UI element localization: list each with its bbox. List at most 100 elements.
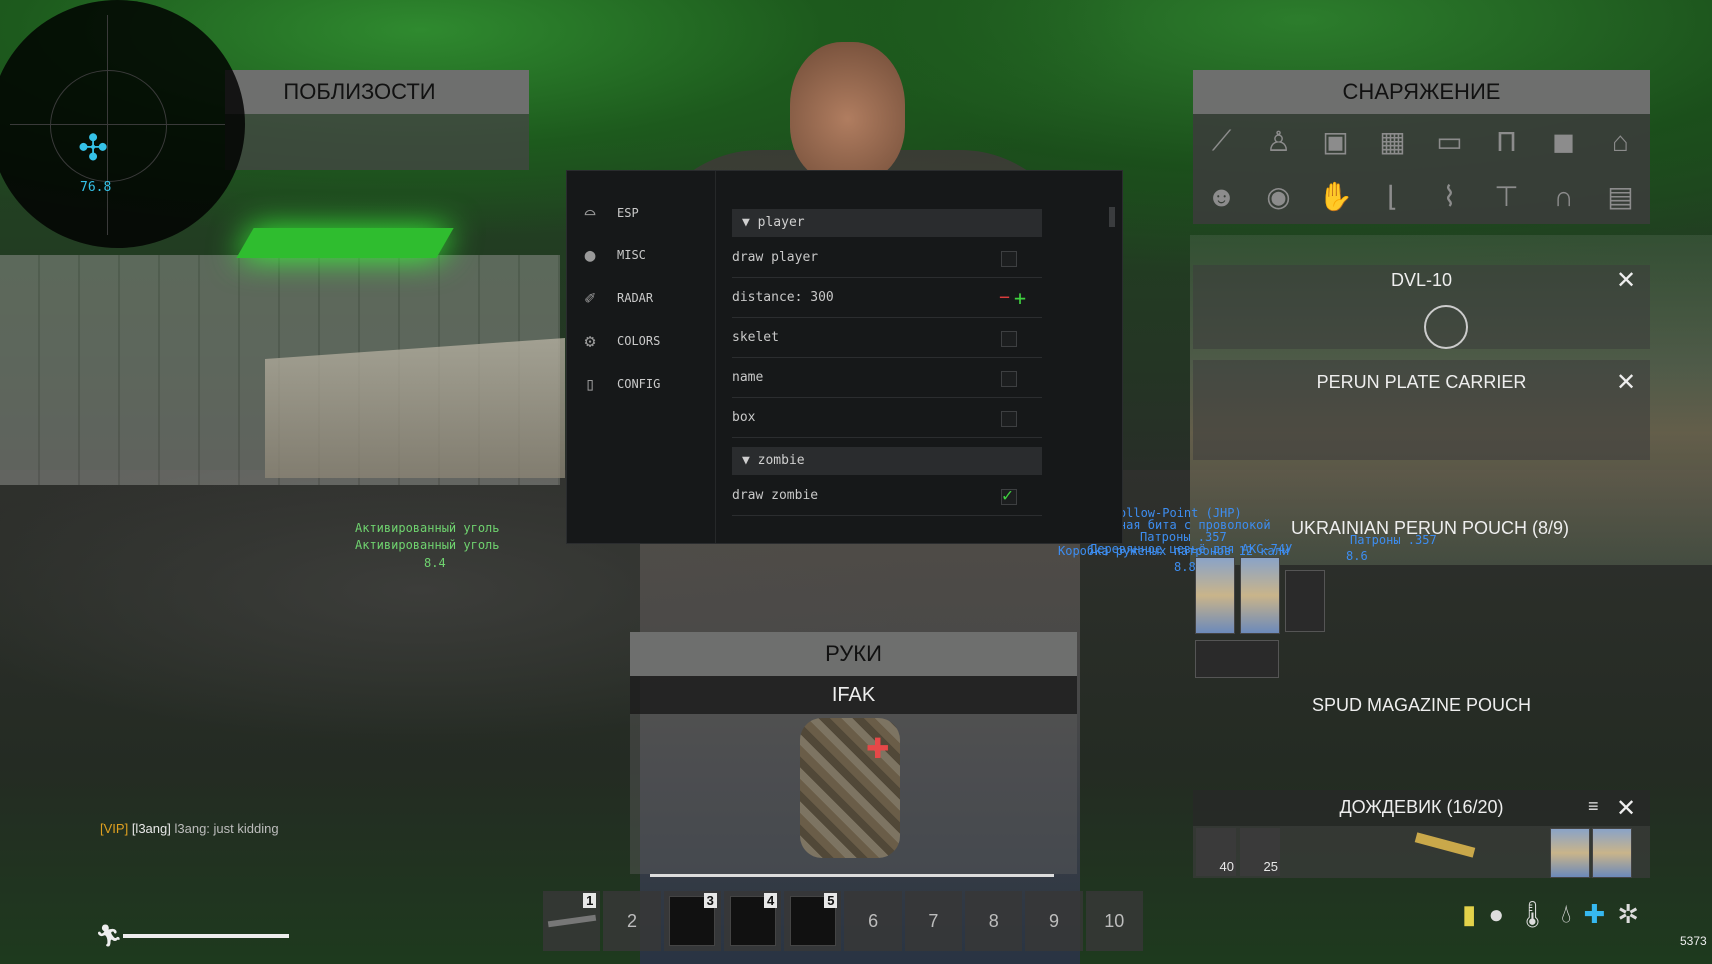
option-label: box (732, 410, 756, 425)
belt-slot-icon[interactable]: ▭ (1421, 114, 1478, 169)
option-label: distance: 300 (732, 290, 834, 305)
nearby-panel[interactable] (225, 114, 529, 170)
radar-blip-icon: ✣ (78, 127, 109, 168)
sort-icon[interactable]: ≡ (1588, 796, 1599, 817)
option-box[interactable]: box (732, 399, 1042, 438)
shirt-slot-icon[interactable]: ⊤ (1478, 169, 1535, 224)
rifle-icon (547, 914, 596, 928)
cheat-menu: ⌓ ESP ● MISC ✐ RADAR ⚙ COLORS ▯ CONFIG ▼… (566, 170, 1123, 544)
medical-cross-icon: ✚ (866, 733, 890, 764)
world-label-distance: 8.4 (424, 556, 446, 570)
headphones-slot-icon[interactable]: ∩ (1535, 169, 1592, 224)
plus-icon[interactable]: + (1014, 279, 1026, 317)
bag-slot-icon[interactable]: ◼ (1535, 114, 1592, 169)
magazine-item[interactable] (1285, 570, 1325, 632)
menu-tab-label: ESP (617, 206, 639, 220)
menu-tab-config[interactable]: ▯ CONFIG (577, 364, 707, 404)
minus-icon[interactable]: − (999, 279, 1010, 317)
hotbar-number: 8 (988, 910, 999, 931)
option-name[interactable]: name (732, 359, 1042, 398)
hotbar-slot[interactable]: 1 (543, 891, 601, 951)
ammo-box-item[interactable] (1195, 557, 1235, 634)
ceiling-lamp (236, 228, 454, 258)
magazine-item[interactable] (1195, 640, 1279, 678)
option-distance[interactable]: distance: 300 − + (732, 279, 1042, 318)
close-icon[interactable]: ✕ (1616, 266, 1636, 295)
gear-slots: ⟋ ♙ ▣ ▦ ▭ Π ◼ ⌂ ☻ ◉ ✋ ⌊ ⌇ ⊤ ∩ ▤ (1193, 114, 1650, 224)
knife-slot-icon[interactable]: ♙ (1250, 114, 1307, 169)
option-skelet[interactable]: skelet (732, 319, 1042, 358)
option-draw-zombie[interactable]: draw zombie ✓ (732, 477, 1042, 516)
hands-header: РУКИ (630, 632, 1077, 676)
nearby-header: ПОБЛИЗОСТИ (225, 70, 529, 114)
water-bottle-icon: ▮ (1462, 898, 1477, 929)
temperature-icon: 🌡︎ (1516, 898, 1550, 929)
close-icon[interactable]: ✕ (1616, 368, 1636, 397)
option-draw-player[interactable]: draw player (732, 239, 1042, 278)
stamina-bar (123, 934, 289, 938)
section-zombie-label: zombie (757, 453, 805, 468)
pants-slot-icon[interactable]: Π (1478, 114, 1535, 169)
file-icon: ▯ (584, 373, 596, 395)
backpack-slot-icon[interactable]: ▦ (1364, 114, 1421, 169)
draw-zombie-checkbox[interactable]: ✓ (1001, 487, 1017, 505)
glasses-icon: ⌓ (584, 202, 596, 224)
hotbar-slot[interactable]: 2 (603, 891, 661, 951)
hat-slot-icon[interactable]: ⌂ (1592, 114, 1649, 169)
section-player-label: player (757, 215, 805, 230)
vest-slot-icon[interactable]: ▣ (1307, 114, 1364, 169)
raincoat-title: ДОЖДЕВИК (16/20) (1339, 797, 1504, 817)
ammo-box-item[interactable] (1550, 828, 1590, 878)
hotbar-number: 10 (1104, 910, 1125, 931)
hotbar-slot[interactable]: 10 (1085, 891, 1143, 951)
menu-tab-misc[interactable]: ● MISC (577, 235, 707, 275)
boots-slot-icon[interactable]: ⌊ (1364, 169, 1421, 224)
ammo-stack[interactable]: 25 (1240, 828, 1280, 876)
hotbar-number: 9 (1049, 910, 1060, 931)
ammo-box-item[interactable] (1592, 828, 1632, 878)
ammo-stack[interactable]: 40 (1196, 828, 1236, 876)
running-icon: 🏃︎ (95, 923, 123, 948)
hotbar-number: 2 (626, 910, 637, 931)
section-player[interactable]: ▼ player (732, 209, 1042, 237)
hotbar-slot[interactable]: 4 (723, 891, 782, 951)
skelet-checkbox[interactable] (1001, 331, 1017, 347)
menu-tab-label: MISC (617, 248, 646, 262)
id-card-slot-icon[interactable]: ▤ (1592, 169, 1649, 224)
market-stall (265, 338, 565, 478)
option-label: draw player (732, 250, 819, 265)
menu-tab-colors[interactable]: ⚙ COLORS (577, 321, 707, 361)
hotbar: 1 2 3 4 5 6 7 8 9 10 (543, 891, 1143, 951)
chat-user: [l3ang] (131, 821, 171, 836)
name-checkbox[interactable] (1001, 371, 1017, 387)
chat-message: l3ang: just kidding (174, 821, 279, 836)
hotbar-slot[interactable]: 6 (844, 891, 902, 951)
hotbar-slot[interactable]: 7 (904, 891, 963, 951)
armband-slot-icon[interactable]: ⌇ (1421, 169, 1478, 224)
glasses-slot-icon[interactable]: ◉ (1250, 169, 1307, 224)
menu-scrollbar[interactable] (1109, 207, 1115, 227)
weapon-slot-icon[interactable]: ⟋ (1193, 114, 1250, 169)
hands-item-title: IFAK (630, 676, 1077, 714)
hotbar-slot[interactable]: 5 (784, 891, 842, 951)
weapon-title: DVL-10 (1390, 270, 1453, 290)
close-icon[interactable]: ✕ (1616, 794, 1636, 823)
ammo-box-item[interactable] (1240, 557, 1280, 634)
draw-player-checkbox[interactable] (1001, 251, 1017, 267)
mask-slot-icon[interactable]: ☻ (1193, 169, 1250, 224)
gloves-slot-icon[interactable]: ✋ (1307, 169, 1364, 224)
hotbar-slot[interactable]: 8 (965, 891, 1023, 951)
section-zombie[interactable]: ▼ zombie (732, 447, 1042, 475)
option-label: name (732, 370, 764, 385)
menu-tab-radar[interactable]: ✐ RADAR (577, 278, 707, 318)
box-checkbox[interactable] (1001, 411, 1017, 427)
money-value: 5373 (1680, 934, 1707, 948)
hotbar-slot[interactable]: 9 (1025, 891, 1083, 951)
stack-count: 40 (1219, 859, 1234, 874)
chat-line: [VIP] [l3ang] l3ang: just kidding (100, 821, 279, 836)
hotbar-number: 7 (928, 910, 939, 931)
disabled-icon[interactable] (1424, 305, 1468, 349)
gears-icon: ⚙ (584, 330, 596, 352)
hotbar-slot[interactable]: 3 (663, 891, 721, 951)
menu-tab-esp[interactable]: ⌓ ESP (577, 193, 707, 233)
